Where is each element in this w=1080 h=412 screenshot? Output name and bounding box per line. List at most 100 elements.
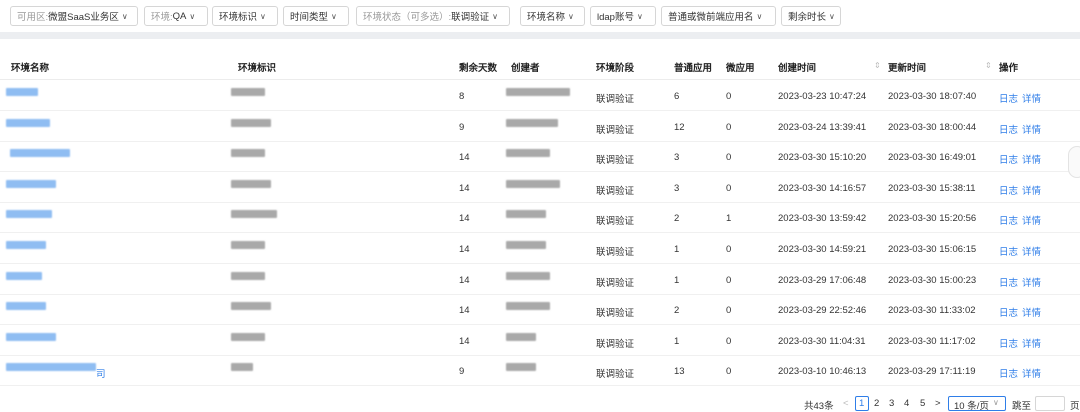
detail-link[interactable]: 详情 — [1022, 275, 1041, 289]
filter-env-id[interactable]: 环境标识 ∨ — [212, 6, 278, 26]
env-name-redacted[interactable] — [6, 241, 46, 249]
micro-apps-cell: 0 — [726, 274, 732, 286]
page-4[interactable]: 4 — [904, 398, 909, 409]
creator-redacted — [506, 149, 550, 158]
col-env-id: 环境标识 — [238, 63, 277, 74]
col-created[interactable]: 创建时间 — [778, 60, 816, 74]
page-5[interactable]: 5 — [920, 398, 925, 409]
filter-app-name[interactable]: 普通或微前端应用名 ∨ — [661, 6, 776, 26]
chevron-down-icon: ∨ — [121, 11, 128, 21]
updated-cell: 2023-03-30 15:06:15 — [888, 244, 977, 255]
env-name-redacted[interactable] — [10, 149, 70, 158]
env-name-redacted[interactable] — [6, 363, 96, 372]
env-name-redacted[interactable] — [6, 88, 38, 96]
created-cell: 2023-03-30 13:59:42 — [778, 213, 867, 225]
col-actions: 操作 — [999, 63, 1019, 74]
chevron-down-icon: ∨ — [331, 11, 337, 21]
log-link[interactable]: 日志 — [999, 122, 1018, 136]
detail-link[interactable]: 详情 — [1022, 183, 1041, 197]
detail-link[interactable]: 详情 — [1022, 366, 1041, 380]
creator-redacted — [506, 179, 560, 188]
normal-apps-cell: 3 — [674, 152, 680, 164]
page-1[interactable]: 1 — [859, 398, 864, 409]
chevron-down-icon: ∨ — [568, 11, 574, 21]
chevron-down-icon: ∨ — [993, 398, 999, 407]
env-name-redacted[interactable] — [6, 332, 56, 341]
chevron-down-icon: ∨ — [756, 11, 763, 21]
col-updated[interactable]: 更新时间 — [888, 60, 926, 74]
env-id-redacted — [231, 332, 265, 341]
page-3[interactable]: 3 — [889, 398, 894, 409]
env-id-redacted — [231, 271, 265, 280]
filter-ldap[interactable]: ldap账号 ∨ — [590, 6, 656, 26]
col-micro-apps: 微应用 — [726, 63, 755, 74]
log-link[interactable]: 日志 — [999, 366, 1018, 380]
env-name-redacted[interactable] — [6, 271, 42, 280]
filter-time-type[interactable]: 时间类型 ∨ — [283, 6, 349, 26]
micro-apps-cell: 1 — [726, 213, 732, 225]
detail-link[interactable]: 详情 — [1022, 305, 1041, 319]
updated-cell: 2023-03-30 15:20:56 — [888, 213, 977, 225]
detail-link[interactable]: 详情 — [1022, 91, 1041, 105]
table-row: 9 联调验证 12 0 2023-03-24 13:39:41 2023-03-30 18… — [0, 111, 1080, 142]
env-id-redacted — [231, 302, 271, 311]
env-name-redacted[interactable] — [6, 302, 46, 311]
next-page-button[interactable]: > — [935, 398, 941, 409]
total-count: 共43条 — [804, 401, 834, 412]
detail-link[interactable]: 详情 — [1022, 152, 1041, 166]
filter-env[interactable]: 环境: QA ∨ — [144, 6, 208, 26]
detail-link[interactable]: 详情 — [1022, 244, 1041, 258]
stage-cell: 联调验证 — [596, 277, 635, 289]
scroll-handle[interactable] — [1068, 146, 1080, 178]
created-cell: 2023-03-30 15:10:20 — [778, 152, 867, 164]
stage-cell: 联调验证 — [596, 155, 635, 167]
page-unit: 页 — [1070, 401, 1080, 412]
days-cell: 14 — [459, 244, 470, 255]
sort-icon[interactable]: ⇕ — [874, 61, 881, 70]
creator-redacted — [506, 241, 546, 249]
jump-label: 跳至 — [1012, 401, 1032, 412]
log-link[interactable]: 日志 — [999, 152, 1018, 166]
col-env-name: 环境名称 — [11, 63, 50, 74]
creator-redacted — [506, 88, 570, 96]
page-2[interactable]: 2 — [874, 398, 879, 409]
days-cell: 14 — [459, 213, 470, 225]
detail-link[interactable]: 详情 — [1022, 122, 1041, 136]
prev-page-button[interactable]: < — [843, 398, 849, 409]
detail-link[interactable]: 详情 — [1022, 336, 1041, 350]
chevron-down-icon: ∨ — [636, 11, 643, 21]
sort-icon[interactable]: ⇕ — [985, 61, 992, 70]
micro-apps-cell: 0 — [726, 152, 732, 164]
filter-env-status[interactable]: 环境状态（可多选）: 联调验证 ∨ — [356, 6, 510, 26]
filter-remaining[interactable]: 剩余时长 ∨ — [781, 6, 841, 26]
creator-redacted — [506, 332, 536, 341]
env-name-redacted[interactable] — [6, 118, 50, 127]
log-link[interactable]: 日志 — [999, 275, 1018, 289]
chevron-down-icon: ∨ — [492, 11, 499, 21]
col-creator: 创建者 — [511, 63, 540, 74]
filter-env-name[interactable]: 环境名称 ∨ — [520, 6, 585, 26]
log-link[interactable]: 日志 — [999, 244, 1018, 258]
created-cell: 2023-03-30 14:59:21 — [778, 244, 867, 255]
log-link[interactable]: 日志 — [999, 183, 1018, 197]
log-link[interactable]: 日志 — [999, 213, 1018, 227]
col-stage: 环境阶段 — [596, 63, 635, 74]
days-cell: 8 — [459, 91, 465, 102]
table-row: 14 联调验证 2 0 2023-03-29 22:52:46 2023-03-30 11… — [0, 294, 1080, 326]
micro-apps-cell: 0 — [726, 91, 732, 102]
log-link[interactable]: 日志 — [999, 305, 1018, 319]
detail-link[interactable]: 详情 — [1022, 213, 1041, 227]
jump-page-input[interactable] — [1035, 396, 1065, 411]
normal-apps-cell: 2 — [674, 305, 680, 317]
created-cell: 2023-03-23 10:47:24 — [778, 91, 867, 102]
log-link[interactable]: 日志 — [999, 91, 1018, 105]
normal-apps-cell: 1 — [674, 335, 680, 347]
filter-zone[interactable]: 可用区: 微盟SaaS业务区 ∨ — [10, 6, 138, 26]
env-name-suffix[interactable]: 司 — [96, 366, 106, 380]
env-name-redacted[interactable] — [6, 179, 56, 188]
table-row: 14 联调验证 1 0 2023-03-30 14:59:21 2023-03-30 15… — [0, 233, 1080, 264]
micro-apps-cell: 0 — [726, 182, 732, 194]
creator-redacted — [506, 118, 558, 127]
env-name-redacted[interactable] — [6, 210, 52, 219]
log-link[interactable]: 日志 — [999, 336, 1018, 350]
